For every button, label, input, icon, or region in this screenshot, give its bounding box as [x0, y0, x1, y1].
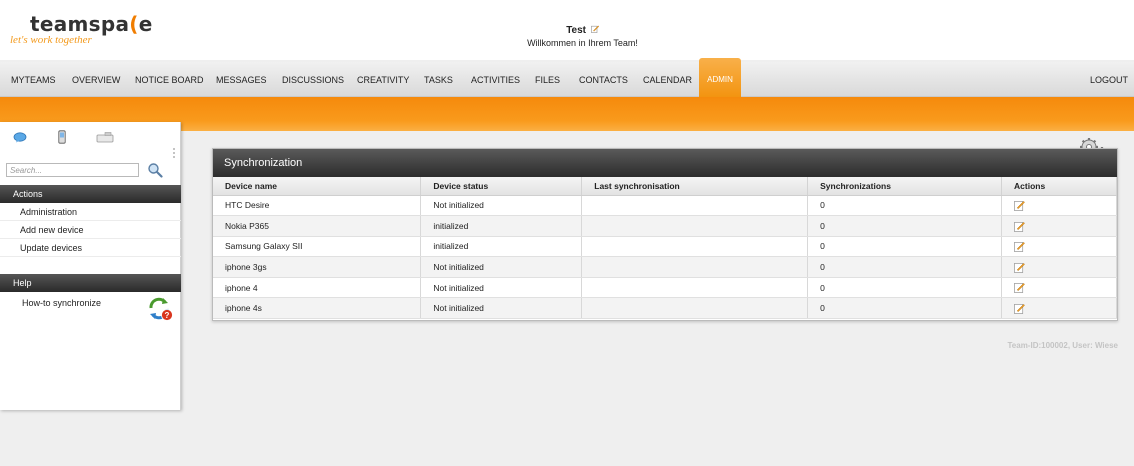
device-name-cell: Samsung Galaxy SII: [213, 236, 422, 258]
sync-count-cell: 0: [807, 215, 1003, 237]
sync-count-cell: 0: [807, 256, 1003, 278]
device-name-cell: iphone 3gs: [213, 256, 422, 278]
logout-link[interactable]: LOGOUT: [1090, 75, 1128, 85]
device-status-cell: Not initialized: [420, 297, 583, 320]
last-sync-cell: [581, 297, 809, 320]
app-header: teamspa(e let's work together Test Willk…: [0, 0, 1134, 60]
teamspace-logo[interactable]: teamspa(e let's work together: [10, 12, 153, 46]
nav-messages[interactable]: MESSAGES: [216, 75, 267, 85]
device-status-cell: Not initialized: [420, 277, 583, 299]
sync-help-icon[interactable]: ?: [147, 296, 175, 322]
nav-admin[interactable]: ADMIN: [699, 58, 741, 97]
edit-icon[interactable]: [1014, 241, 1025, 253]
column-header-device-status[interactable]: Device status: [420, 177, 583, 196]
table-row[interactable]: iphone 4s Not initialized 0: [213, 297, 1117, 320]
team-id-label: Team-ID:100002, User: Wiese: [1007, 341, 1119, 350]
nav-files[interactable]: FILES: [535, 75, 560, 85]
table-header-row: Device name Device status Last synchroni…: [213, 177, 1117, 196]
help-link-how-to-synchronize[interactable]: How-to synchronize: [22, 298, 101, 308]
sync-count-cell: 0: [807, 236, 1003, 258]
search-icon[interactable]: [147, 162, 163, 178]
sidebar-item-administration[interactable]: Administration: [0, 203, 181, 221]
current-user-name: Test: [566, 25, 587, 36]
last-sync-cell: [581, 215, 809, 237]
search-input[interactable]: Search...: [6, 163, 139, 177]
table-row[interactable]: Samsung Galaxy SII initialized 0: [213, 236, 1117, 258]
nav-notice-board[interactable]: NOTICE BOARD: [135, 75, 204, 85]
actions-cell: [1001, 215, 1117, 237]
panel-title: Synchronization: [213, 149, 1117, 177]
column-header-device-name[interactable]: Device name: [213, 177, 422, 196]
devices-table: Device name Device status Last synchroni…: [213, 177, 1117, 320]
table-row[interactable]: Nokia P365 initialized 0: [213, 215, 1117, 237]
main-nav: MYTEAMS OVERVIEW NOTICE BOARD MESSAGES D…: [0, 58, 1134, 97]
logo-name: teamspa: [30, 12, 130, 36]
column-header-last-synchronisation[interactable]: Last synchronisation: [581, 177, 809, 196]
table-row[interactable]: iphone 4 Not initialized 0: [213, 277, 1117, 299]
sync-count-cell: 0: [807, 297, 1003, 320]
device-status-cell: initialized: [420, 236, 583, 258]
sync-count-cell: 0: [807, 195, 1003, 217]
nav-discussions[interactable]: DISCUSSIONS: [282, 75, 344, 85]
actions-cell: [1001, 256, 1117, 278]
table-row[interactable]: HTC Desire Not initialized 0: [213, 195, 1117, 217]
sidebar-item-update-devices[interactable]: Update devices: [0, 239, 181, 257]
sidebar-item-add-new-device[interactable]: Add new device: [0, 221, 181, 239]
welcome-area: Test Willkommen in Ihrem Team!: [500, 25, 665, 48]
last-sync-cell: [581, 277, 809, 299]
device-name-cell: HTC Desire: [213, 195, 422, 217]
edit-icon[interactable]: [1014, 262, 1025, 273]
edit-profile-icon[interactable]: [590, 25, 599, 33]
last-sync-cell: [581, 195, 809, 217]
device-name-cell: iphone 4s: [213, 297, 422, 320]
actions-cell: [1001, 277, 1117, 299]
sync-count-cell: 0: [807, 277, 1003, 299]
sidebar-icon-bar: [0, 122, 181, 154]
welcome-message: Willkommen in Ihrem Team!: [527, 38, 638, 48]
sidebar-resize-handle[interactable]: [172, 147, 176, 161]
chat-icon[interactable]: [13, 132, 27, 143]
nav-myteams[interactable]: MYTEAMS: [11, 75, 56, 85]
phone-icon[interactable]: [58, 130, 66, 144]
column-header-synchronizations[interactable]: Synchronizations: [807, 177, 1003, 196]
last-sync-cell: [581, 256, 809, 278]
table-row[interactable]: iphone 3gs Not initialized 0: [213, 256, 1117, 278]
help-heading: Help: [0, 274, 181, 292]
edit-icon[interactable]: [1014, 282, 1025, 294]
nav-creativity[interactable]: CREATIVITY: [357, 75, 409, 85]
device-status-cell: Not initialized: [420, 195, 583, 217]
device-status-cell: initialized: [420, 215, 583, 237]
nav-calendar[interactable]: CALENDAR: [643, 75, 692, 85]
actions-cell: [1001, 297, 1117, 320]
actions-cell: [1001, 236, 1117, 258]
nav-contacts[interactable]: CONTACTS: [579, 75, 628, 85]
nav-overview[interactable]: OVERVIEW: [72, 75, 120, 85]
actions-cell: [1001, 195, 1117, 217]
nav-activities[interactable]: ACTIVITIES: [471, 75, 520, 85]
edit-icon[interactable]: [1014, 303, 1025, 314]
device-icon[interactable]: [96, 132, 114, 143]
svg-text:?: ?: [165, 311, 170, 320]
logo-tagline: let's work together: [10, 34, 92, 46]
edit-icon[interactable]: [1014, 221, 1025, 232]
edit-icon[interactable]: [1014, 200, 1025, 211]
device-name-cell: Nokia P365: [213, 215, 422, 237]
nav-tasks[interactable]: TASKS: [424, 75, 453, 85]
logo-c-icon: (: [129, 12, 139, 36]
synchronization-panel: Synchronization Device name Device statu…: [212, 148, 1118, 321]
column-header-actions: Actions: [1001, 177, 1117, 196]
device-name-cell: iphone 4: [213, 277, 422, 299]
last-sync-cell: [581, 236, 809, 258]
actions-heading: Actions: [0, 185, 181, 203]
sidebar: Search... Actions Administration Add new…: [0, 122, 181, 410]
device-status-cell: Not initialized: [420, 256, 583, 278]
